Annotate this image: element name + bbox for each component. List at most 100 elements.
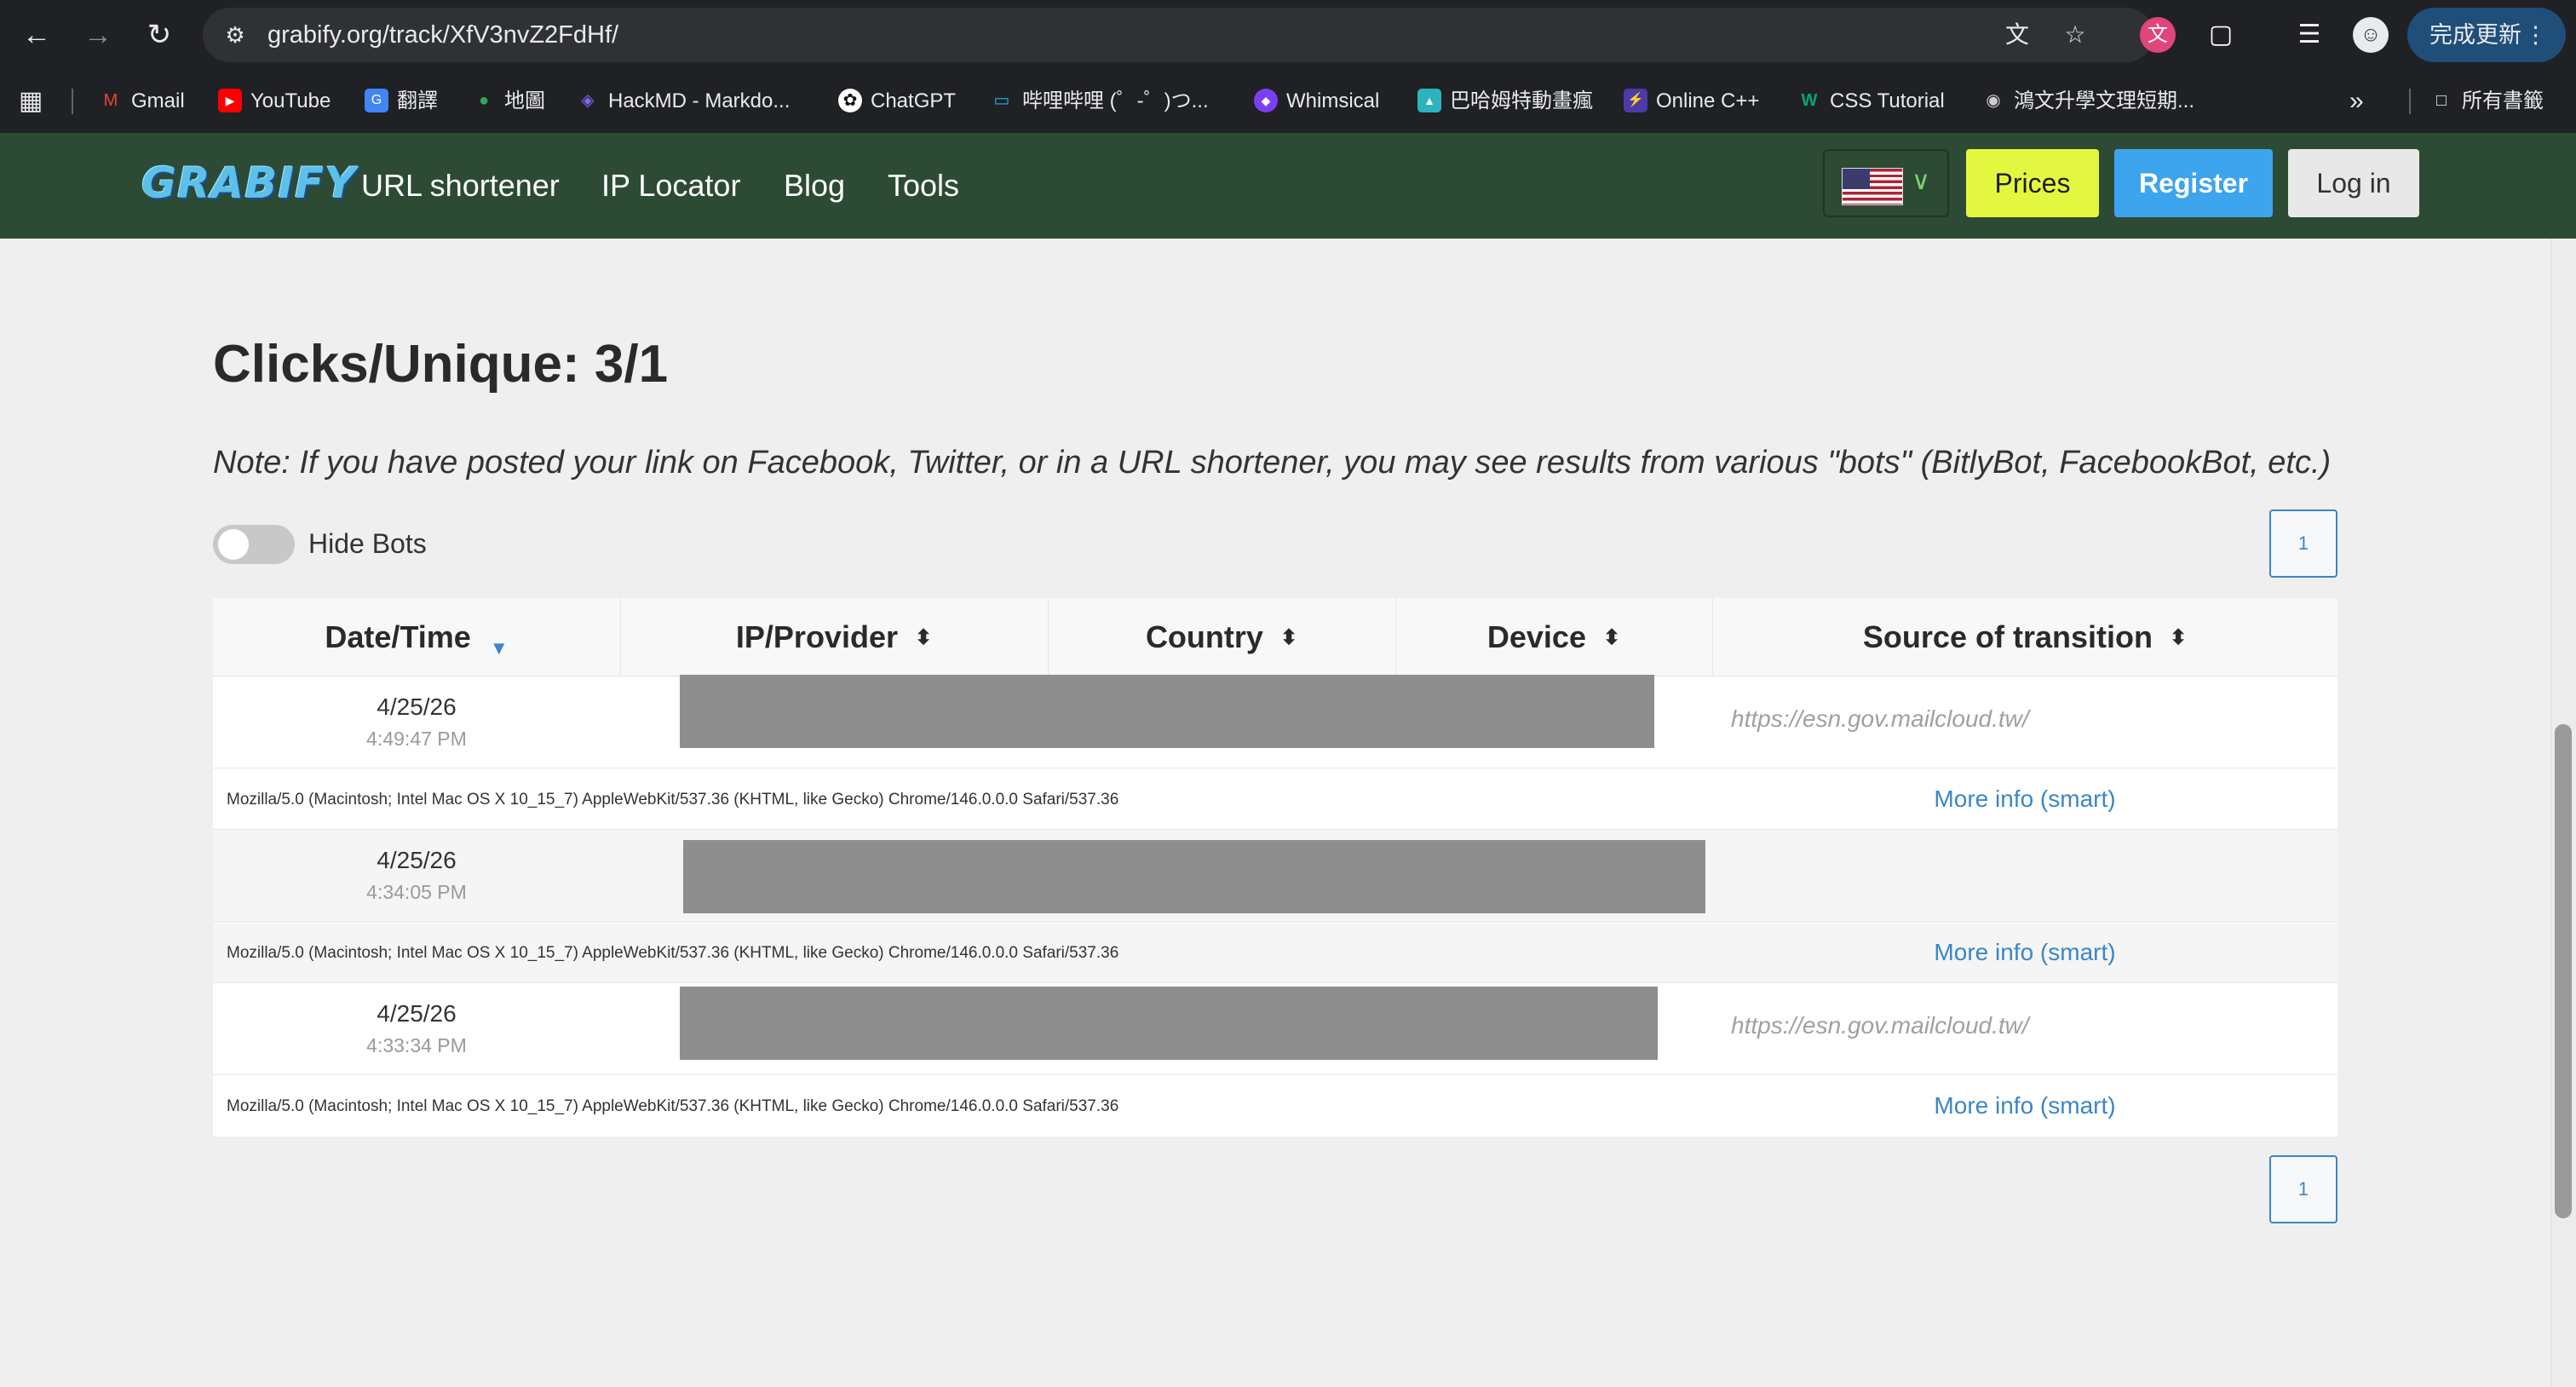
datetime-cell: 4/25/26 4:33:34 PM xyxy=(213,1000,620,1057)
col-device[interactable]: Device ⬍ xyxy=(1395,598,1712,676)
click-time: 4:49:47 PM xyxy=(366,728,467,750)
maps-icon: ● xyxy=(478,90,490,110)
user-agent: Mozilla/5.0 (Macintosh; Intel Mac OS X 1… xyxy=(227,944,1119,962)
bookmark-gmail[interactable]: M Gmail xyxy=(99,70,185,133)
browser-toolbar: ← → ↻ ⚙ grabify.org/track/XfV3nvZ2FdHf/ … xyxy=(0,0,2576,70)
source-url: https://esn.gov.mailcloud.tw/ xyxy=(1731,705,2029,732)
col-divider xyxy=(1395,598,1396,676)
bookmark-label: Gmail xyxy=(131,89,185,112)
col-ip-provider[interactable]: IP/Provider ⬍ xyxy=(620,598,1048,676)
profile-avatar-icon[interactable]: ☺ xyxy=(2353,17,2389,53)
col-label: Device xyxy=(1486,619,1586,654)
table-row: 4/25/26 4:49:47 PM https://esn.gov.mailc… xyxy=(213,675,2337,768)
nav-ip-locator[interactable]: IP Locator xyxy=(601,133,740,239)
table-row-details: Mozilla/5.0 (Macintosh; Intel Mac OS X 1… xyxy=(213,922,2337,983)
sort-icon[interactable]: ⬍ xyxy=(1603,599,1620,677)
address-bar[interactable]: ⚙ grabify.org/track/XfV3nvZ2FdHf/ 文 ☆ xyxy=(203,8,2153,62)
redacted-block xyxy=(680,987,1658,1060)
bookmark-online-cpp[interactable]: ⚡ Online C++ xyxy=(1624,70,1759,133)
bots-note: Note: If you have posted your link on Fa… xyxy=(213,445,2332,481)
chatgpt-icon: ✿ xyxy=(838,88,862,112)
click-date: 4/25/26 xyxy=(377,847,457,873)
extensions-puzzle-icon[interactable]: ▢ xyxy=(2203,17,2239,53)
bookmark-whimsical[interactable]: ◆ Whimsical xyxy=(1254,70,1379,133)
register-button[interactable]: Register xyxy=(2114,149,2273,217)
bookmark-css-tutorial[interactable]: W CSS Tutorial xyxy=(1797,70,1945,133)
redacted-block xyxy=(680,675,1654,748)
all-bookmarks-folder[interactable]: □ 所有書籤 xyxy=(2429,70,2544,133)
table-header: Date/Time ▼ IP/Provider ⬍ Country ⬍ Device ⬍… xyxy=(213,598,2337,676)
table-row-details: Mozilla/5.0 (Macintosh; Intel Mac OS X 1… xyxy=(213,1075,2337,1137)
extension-translate-icon[interactable]: 文 xyxy=(2140,17,2176,53)
bookmark-bahamut[interactable]: ▲ 巴哈姆特動畫瘋 xyxy=(1417,70,1593,133)
sort-icon[interactable]: ⬍ xyxy=(1280,599,1297,677)
forward-icon[interactable]: → xyxy=(78,15,118,55)
login-button[interactable]: Log in xyxy=(2288,149,2419,217)
menu-dots-icon[interactable]: ⋮ xyxy=(2524,8,2547,62)
page-title: Clicks/Unique: 3/1 xyxy=(213,335,669,394)
col-source[interactable]: Source of transition ⬍ xyxy=(1712,598,2337,676)
sort-icon[interactable]: ⬍ xyxy=(915,599,932,677)
media-playlist-icon[interactable]: ☰ xyxy=(2291,17,2327,53)
bookmarks-bar: ▦ M Gmail ▶ YouTube G 翻譯 ● 地圖 ◈ HackMD - Mark… xyxy=(0,70,2576,133)
youtube-icon: ▶ xyxy=(218,88,242,112)
pagination-page-bottom[interactable]: 1 xyxy=(2269,1155,2337,1223)
more-info-link[interactable]: More info (smart) xyxy=(1712,939,2337,966)
pagination-page-top[interactable]: 1 xyxy=(2269,509,2337,578)
back-icon[interactable]: ← xyxy=(17,15,56,55)
translate-page-icon[interactable]: 文 xyxy=(2002,20,2033,50)
col-divider xyxy=(1048,598,1049,676)
apps-grid-icon[interactable]: ▦ xyxy=(19,70,43,133)
translate-icon: G xyxy=(365,88,388,112)
more-info-link[interactable]: More info (smart) xyxy=(1712,1092,2337,1119)
bookmark-hongwen[interactable]: ◉ 鴻文升學文理短期... xyxy=(1981,70,2194,133)
col-label: Country xyxy=(1145,619,1263,654)
bookmark-label: 地圖 xyxy=(504,89,545,112)
click-time: 4:34:05 PM xyxy=(366,881,467,903)
more-bookmarks-chevron-icon[interactable]: » xyxy=(2349,70,2364,133)
bookmark-label: 哔哩哔哩 (゜-゜)つ... xyxy=(1022,89,1209,112)
sort-desc-icon[interactable]: ▼ xyxy=(490,637,509,659)
site-info-icon[interactable]: ⚙ xyxy=(220,20,250,50)
table-row: 4/25/26 4:33:34 PM https://esn.gov.mailc… xyxy=(213,983,2337,1075)
grabify-logo[interactable]: GRABIFY xyxy=(141,158,356,208)
nav-tools[interactable]: Tools xyxy=(888,133,959,239)
language-selector[interactable]: ∨ xyxy=(1823,149,1949,217)
hide-bots-label: Hide Bots xyxy=(308,528,427,559)
toggle-knob xyxy=(218,529,249,560)
col-label: IP/Provider xyxy=(735,619,898,654)
hackmd-icon: ◈ xyxy=(581,90,595,110)
bookmark-label: 翻譯 xyxy=(397,89,438,112)
bookmark-translate[interactable]: G 翻譯 xyxy=(365,70,438,133)
bookmark-youtube[interactable]: ▶ YouTube xyxy=(218,70,331,133)
sort-icon[interactable]: ⬍ xyxy=(2170,599,2187,677)
datetime-cell: 4/25/26 4:34:05 PM xyxy=(213,847,620,904)
reload-icon[interactable]: ↻ xyxy=(140,15,179,55)
update-label: 完成更新 xyxy=(2429,22,2521,48)
user-agent: Mozilla/5.0 (Macintosh; Intel Mac OS X 1… xyxy=(227,791,1119,809)
bookmark-bilibili[interactable]: ▭ 哔哩哔哩 (゜-゜)つ... xyxy=(990,70,1209,133)
bookmark-label: ChatGPT xyxy=(871,89,957,112)
hide-bots-toggle[interactable] xyxy=(213,525,295,564)
url-text[interactable]: grabify.org/track/XfV3nvZ2FdHf/ xyxy=(267,8,618,62)
more-info-link[interactable]: More info (smart) xyxy=(1712,786,2337,813)
bookmark-star-icon[interactable]: ☆ xyxy=(2060,20,2090,50)
page-scrollbar-thumb[interactable] xyxy=(2555,724,2572,1218)
bookmarks-divider xyxy=(72,89,73,114)
bookmark-label: CSS Tutorial xyxy=(1830,89,1945,112)
bookmark-chatgpt[interactable]: ✿ ChatGPT xyxy=(838,70,956,133)
click-date: 4/25/26 xyxy=(377,694,457,720)
col-datetime[interactable]: Date/Time ▼ xyxy=(213,598,620,676)
w3schools-icon: W xyxy=(1801,90,1818,110)
bookmark-maps[interactable]: ● 地圖 xyxy=(472,70,545,133)
bookmark-hackmd[interactable]: ◈ HackMD - Markdo... xyxy=(576,70,790,133)
nav-blog[interactable]: Blog xyxy=(784,133,845,239)
bolt-icon: ⚡ xyxy=(1624,88,1647,112)
bookmark-label: Whimsical xyxy=(1286,89,1380,112)
folder-icon: □ xyxy=(2435,90,2447,110)
nav-url-shortener[interactable]: URL shortener xyxy=(361,133,560,239)
prices-button[interactable]: Prices xyxy=(1966,149,2099,217)
table-row: 4/25/26 4:34:05 PM xyxy=(213,830,2337,922)
update-button[interactable]: 完成更新 ⋮ xyxy=(2407,8,2566,62)
col-country[interactable]: Country ⬍ xyxy=(1048,598,1395,676)
